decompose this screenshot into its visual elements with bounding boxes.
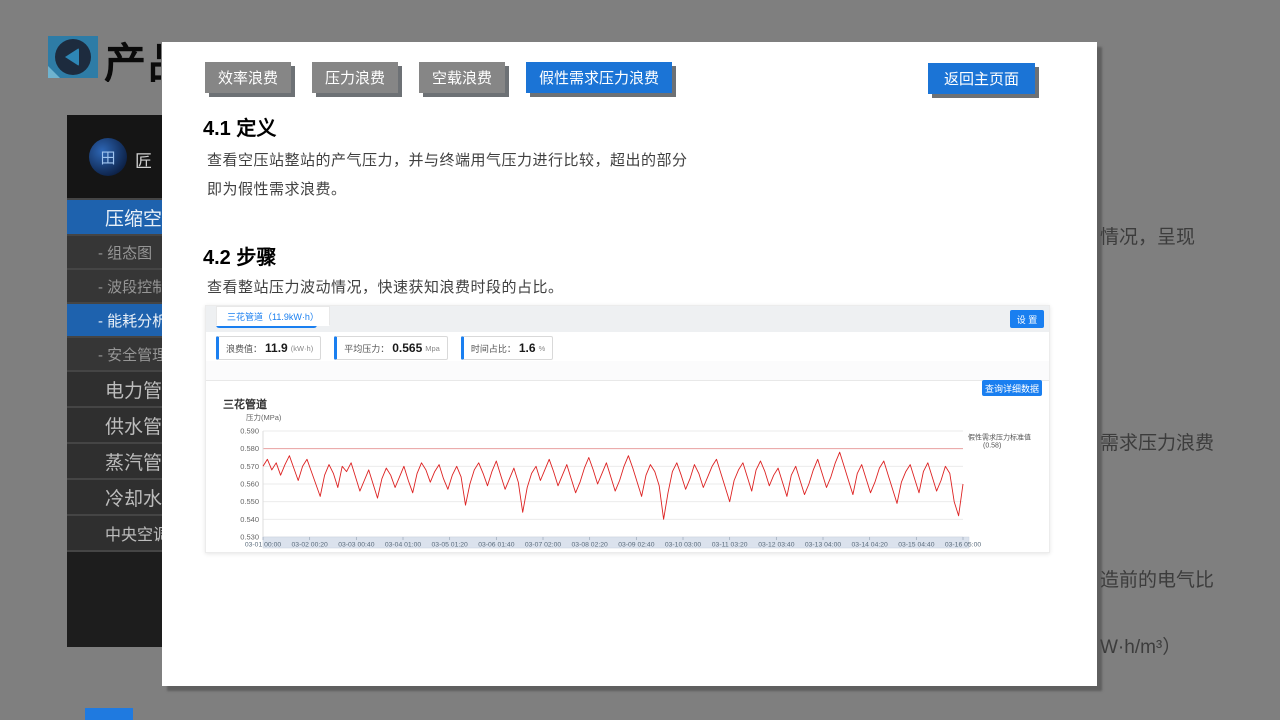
back-arrow-icon — [55, 39, 91, 75]
y-tick-label: 0.560 — [240, 480, 259, 489]
app-screenshot: ⚙ 假性需求压力浪费 设 置 浪费值：11.9(kW·h)平均压力：0.565M… — [205, 305, 1050, 553]
x-tick-label: 03-14 04:20 — [852, 542, 889, 549]
app-logo-label: 匠 — [135, 147, 152, 172]
x-tick-label: 03-06 01:40 — [478, 542, 515, 549]
y-tick-label: 0.550 — [240, 497, 259, 506]
pressure-series-line — [263, 452, 963, 519]
pressure-line-chart: 压力(MPa) 0.590 0.580 0.570 0.560 0.550 0.540 0.5… — [206, 306, 1051, 554]
slide-tab-row: 效率浪费压力浪费空载浪费假性需求压力浪费 — [205, 62, 672, 93]
slide-tab[interactable]: 压力浪费 — [312, 62, 398, 93]
y-tick-label: 0.590 — [240, 427, 259, 436]
sidebar-item[interactable]: - 波段控制 — [67, 268, 162, 302]
x-tick-label: 03-12 03:40 — [758, 542, 795, 549]
threshold-value: (0.58) — [983, 443, 1001, 450]
y-axis-label: 压力(MPa) — [246, 412, 282, 422]
sidebar-item[interactable]: 冷却水管理 — [67, 478, 162, 514]
x-tick-label: 03-04 01:00 — [385, 542, 422, 549]
sidebar-item[interactable]: - 安全管理 — [67, 336, 162, 370]
x-tick-label: 03-11 03:20 — [712, 542, 748, 549]
background-peek-text: 情况，呈现 — [1100, 222, 1195, 249]
sidebar: 田 匠 压缩空气- 组态图- 波段控制- 能耗分析- 安全管理电力管理供水管理蒸… — [67, 115, 162, 647]
return-home-button[interactable]: 返回主页面 — [928, 63, 1035, 94]
y-tick-label: 0.530 — [240, 533, 259, 542]
definition-line-2: 即为假性需求浪费。 — [207, 178, 347, 199]
x-tick-label: 03-15 04:40 — [898, 542, 935, 549]
x-tick-label: 03-09 02:40 — [618, 542, 655, 549]
x-tick-label: 03-05 01:20 — [432, 542, 469, 549]
definition-line-1: 查看空压站整站的产气压力，并与终端用气压力进行比较，超出的部分 — [207, 149, 688, 170]
back-icon[interactable] — [48, 36, 98, 78]
x-tick-label: 03-10 03:00 — [665, 542, 702, 549]
x-tick-label: 03-07 02:00 — [525, 542, 562, 549]
y-tick-label: 0.580 — [240, 444, 259, 453]
slide-panel: 效率浪费压力浪费空载浪费假性需求压力浪费 返回主页面 4.1 定义 查看空压站整… — [162, 42, 1097, 686]
page-title: 产品 — [104, 30, 161, 82]
steps-line-1: 查看整站压力波动情况，快速获知浪费时段的占比。 — [207, 276, 564, 297]
slide-tab[interactable]: 假性需求压力浪费 — [526, 62, 672, 93]
section-heading-steps: 4.2 步骤 — [203, 241, 276, 270]
background-peek-text: 造前的电气比 — [1100, 565, 1214, 592]
background-peek-text: W·h/m³） — [1100, 632, 1181, 659]
x-tick-label: 03-08 02:20 — [572, 542, 609, 549]
taskbar-blue-strip — [85, 708, 133, 720]
y-tick-label: 0.540 — [240, 515, 259, 524]
app-logo-icon: 田 — [89, 138, 127, 176]
sidebar-item[interactable]: 蒸汽管理 — [67, 442, 162, 478]
sidebar-item[interactable]: 电力管理 — [67, 370, 162, 406]
sidebar-item[interactable]: 供水管理 — [67, 406, 162, 442]
x-tick-label: 03-02 00:20 — [292, 542, 329, 549]
y-tick-label: 0.570 — [240, 462, 259, 471]
sidebar-item[interactable]: - 能耗分析 — [67, 302, 162, 336]
sidebar-header: 田 匠 — [67, 115, 162, 198]
sidebar-item[interactable]: 中央空调管理 — [67, 514, 162, 550]
slide-tab[interactable]: 效率浪费 — [205, 62, 291, 93]
background-peek-text: 需求压力浪费 — [1100, 428, 1214, 455]
x-tick-label: 03-01 00:00 — [245, 542, 282, 549]
x-tick-label: 03-03 00:40 — [338, 542, 375, 549]
sidebar-item[interactable]: 压缩空气 — [67, 198, 162, 234]
screen: 产品 田 匠 压缩空气- 组态图- 波段控制- 能耗分析- 安全管理电力管理供水… — [0, 0, 1280, 720]
sidebar-item[interactable]: - 组态图 — [67, 234, 162, 268]
slide-tab[interactable]: 空载浪费 — [419, 62, 505, 93]
section-heading-definition: 4.1 定义 — [203, 112, 276, 141]
sidebar-filler — [67, 550, 162, 647]
x-tick-label: 03-16 05:00 — [945, 542, 982, 549]
x-tick-label: 03-13 04:00 — [805, 542, 842, 549]
threshold-label: 假性需求压力标准值 — [968, 433, 1031, 442]
